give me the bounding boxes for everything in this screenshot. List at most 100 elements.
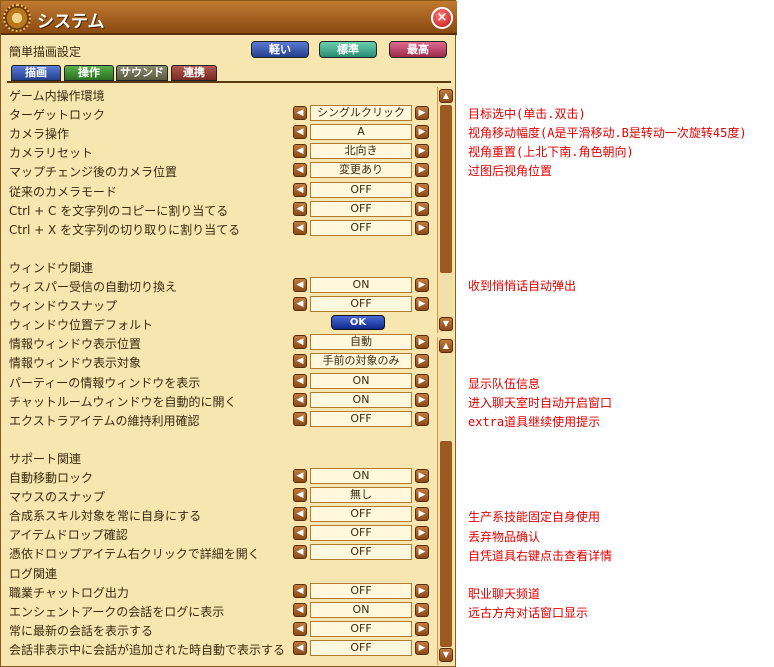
arrow-right-icon[interactable]: ▶ xyxy=(415,354,429,369)
arrow-right-icon[interactable]: ▶ xyxy=(415,125,429,140)
ok-button[interactable]: OK xyxy=(331,315,385,331)
tab-sound[interactable]: サウンド xyxy=(116,65,168,81)
arrow-left-icon[interactable]: ◀ xyxy=(293,144,307,159)
setting-value[interactable]: OFF xyxy=(310,506,412,523)
setting-label: 職業チャットログ出力 xyxy=(9,585,129,600)
arrow-left-icon[interactable]: ◀ xyxy=(293,182,307,197)
arrow-left-icon[interactable]: ◀ xyxy=(293,163,307,178)
setting-value[interactable]: 手前の対象のみ xyxy=(310,353,412,370)
arrow-left-icon[interactable]: ◀ xyxy=(293,278,307,292)
setting-row: 合成系スキル対象を常に自身にする ◀ OFF ▶ xyxy=(1,505,435,524)
scroll-up-icon[interactable]: ▲ xyxy=(439,89,453,103)
preset-light-button[interactable]: 軽い xyxy=(251,41,309,58)
arrow-left-icon[interactable]: ◀ xyxy=(293,106,307,121)
arrow-left-icon[interactable]: ◀ xyxy=(293,621,307,636)
setting-value[interactable]: A xyxy=(310,124,412,141)
setting-value[interactable]: OFF xyxy=(310,219,412,236)
arrow-left-icon[interactable]: ◀ xyxy=(293,640,307,655)
arrow-left-icon[interactable]: ◀ xyxy=(293,125,307,140)
setting-value[interactable]: OFF xyxy=(310,296,412,313)
arrow-left-icon[interactable]: ◀ xyxy=(293,545,307,560)
setting-label: マウスのスナップ xyxy=(9,490,106,505)
arrow-right-icon[interactable]: ▶ xyxy=(415,583,429,598)
scrollbar-lower[interactable]: ▲ ▼ xyxy=(437,337,453,665)
arrow-right-icon[interactable]: ▶ xyxy=(415,220,429,235)
arrow-left-icon[interactable]: ◀ xyxy=(293,354,307,369)
arrow-right-icon[interactable]: ▶ xyxy=(415,507,429,522)
setting-row: マウスのスナップ ◀ 無し ▶ xyxy=(1,486,435,505)
arrow-right-icon[interactable]: ▶ xyxy=(415,469,429,483)
setting-value[interactable]: OFF xyxy=(310,620,412,637)
arrow-right-icon[interactable]: ▶ xyxy=(415,106,429,121)
arrow-left-icon[interactable]: ◀ xyxy=(293,297,307,312)
tab-control[interactable]: 操作 xyxy=(64,65,114,81)
arrow-right-icon[interactable]: ▶ xyxy=(415,640,429,655)
arrow-right-icon[interactable]: ▶ xyxy=(415,163,429,178)
arrow-left-icon[interactable]: ◀ xyxy=(293,488,307,503)
arrow-left-icon[interactable]: ◀ xyxy=(293,373,307,388)
arrow-right-icon[interactable]: ▶ xyxy=(415,278,429,292)
arrow-left-icon[interactable]: ◀ xyxy=(293,583,307,598)
arrow-left-icon[interactable]: ◀ xyxy=(293,469,307,483)
arrow-left-icon[interactable]: ◀ xyxy=(293,220,307,235)
setting-label: チャットルームウィンドウを自動的に開く xyxy=(9,394,237,409)
arrow-right-icon[interactable]: ▶ xyxy=(415,335,429,350)
setting-value[interactable]: ON xyxy=(310,277,412,293)
setting-row: ウィンドウ位置デフォルト OK xyxy=(1,314,435,333)
scroll-thumb[interactable] xyxy=(440,441,452,647)
setting-value[interactable]: ON xyxy=(310,391,412,408)
arrow-right-icon[interactable]: ▶ xyxy=(415,201,429,216)
scroll-thumb[interactable] xyxy=(440,105,452,273)
setting-value[interactable]: シングルクリック xyxy=(310,105,412,122)
arrow-left-icon[interactable]: ◀ xyxy=(293,411,307,426)
preset-standard-button[interactable]: 標準 xyxy=(319,41,377,58)
setting-label: ウィンドウ位置デフォルト xyxy=(9,318,154,333)
arrow-right-icon[interactable]: ▶ xyxy=(415,526,429,541)
setting-value[interactable]: 北向き xyxy=(310,143,412,160)
setting-value[interactable]: ON xyxy=(310,372,412,389)
arrow-right-icon[interactable]: ▶ xyxy=(415,182,429,197)
setting-value[interactable]: ON xyxy=(310,468,412,484)
setting-value[interactable]: 無し xyxy=(310,487,412,504)
arrow-right-icon[interactable]: ▶ xyxy=(415,297,429,312)
setting-label: アイテムドロップ確認 xyxy=(9,528,128,543)
setting-value[interactable]: ON xyxy=(310,601,412,618)
scroll-up-icon[interactable]: ▲ xyxy=(439,339,453,353)
section-header: ウィンドウ関連 xyxy=(1,257,435,276)
setting-value[interactable]: OFF xyxy=(310,544,412,561)
setting-value[interactable]: OFF xyxy=(310,410,412,427)
annotation-note: 显示队伍信息 xyxy=(468,377,541,391)
arrow-left-icon[interactable]: ◀ xyxy=(293,602,307,617)
arrow-right-icon[interactable]: ▶ xyxy=(415,621,429,636)
scroll-down-icon[interactable]: ▼ xyxy=(439,317,453,331)
tab-link[interactable]: 連携 xyxy=(171,65,217,81)
title-bar[interactable]: システム × xyxy=(1,1,457,35)
setting-value[interactable]: 自動 xyxy=(310,334,412,351)
scrollbar-upper[interactable]: ▲ ▼ xyxy=(437,87,453,333)
arrow-right-icon[interactable]: ▶ xyxy=(415,545,429,560)
arrow-right-icon[interactable]: ▶ xyxy=(415,373,429,388)
arrow-left-icon[interactable]: ◀ xyxy=(293,507,307,522)
preset-high-button[interactable]: 最高 xyxy=(389,41,447,58)
setting-value[interactable]: OFF xyxy=(310,181,412,198)
arrow-left-icon[interactable]: ◀ xyxy=(293,526,307,541)
arrow-left-icon[interactable]: ◀ xyxy=(293,392,307,407)
close-button[interactable]: × xyxy=(431,7,453,29)
setting-row: 情報ウィンドウ表示位置 ◀ 自動 ▶ xyxy=(1,333,435,352)
setting-value[interactable]: 変更あり xyxy=(310,162,412,179)
scroll-down-icon[interactable]: ▼ xyxy=(439,648,453,662)
setting-value[interactable]: OFF xyxy=(310,582,412,599)
tab-render[interactable]: 描画 xyxy=(11,65,61,81)
arrow-right-icon[interactable]: ▶ xyxy=(415,411,429,426)
arrow-right-icon[interactable]: ▶ xyxy=(415,144,429,159)
arrow-left-icon[interactable]: ◀ xyxy=(293,201,307,216)
arrow-right-icon[interactable]: ▶ xyxy=(415,602,429,617)
setting-value[interactable]: OFF xyxy=(310,639,412,656)
arrow-right-icon[interactable]: ▶ xyxy=(415,392,429,407)
annotation-note: extra道具继续使用提示 xyxy=(468,415,601,429)
setting-value[interactable]: OFF xyxy=(310,200,412,217)
arrow-right-icon[interactable]: ▶ xyxy=(415,488,429,503)
setting-value[interactable]: OFF xyxy=(310,525,412,542)
arrow-left-icon[interactable]: ◀ xyxy=(293,335,307,350)
